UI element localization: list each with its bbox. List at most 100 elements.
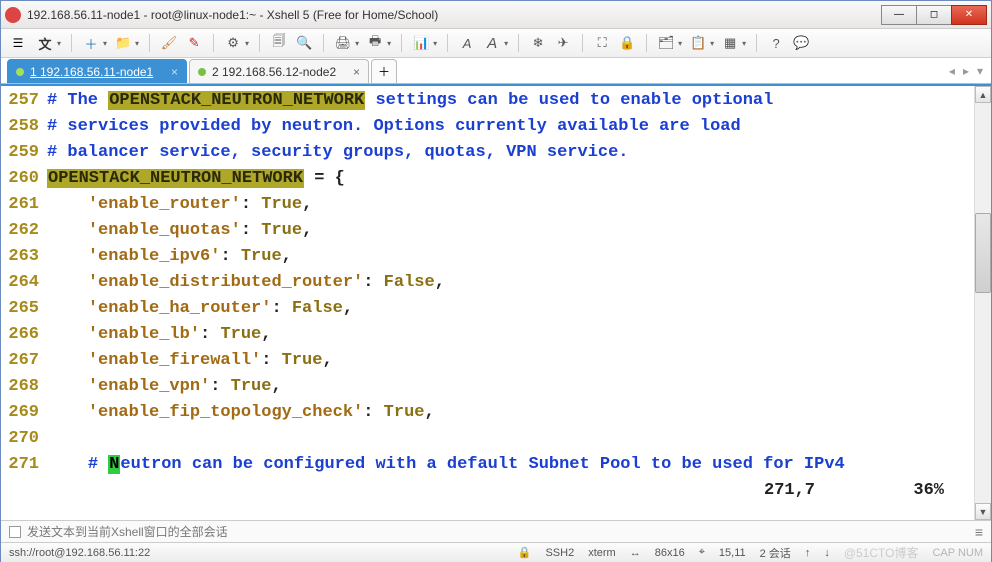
net-up-icon: ↑ <box>805 547 811 559</box>
tab-prev-icon[interactable]: ◂ <box>949 64 955 78</box>
chat-icon[interactable]: 💬 <box>792 33 810 53</box>
line-number: 271 <box>1 452 47 478</box>
code-line: 262 'enable_quotas': True, <box>1 218 974 244</box>
code-text: 'enable_ha_router': False, <box>47 296 974 322</box>
toolbar-text-icon[interactable]: 文 <box>36 33 54 53</box>
connection-string: ssh://root@192.168.56.11:22 <box>9 547 150 559</box>
code-line: 269 'enable_fip_topology_check': True, <box>1 400 974 426</box>
printer-icon[interactable]: 🖶 <box>366 33 384 53</box>
tabbar: 1 192.168.56.11-node1 × 2 192.168.56.12-… <box>1 58 991 84</box>
line-number: 260 <box>1 166 47 192</box>
toolbar: ☰ 文▾ ＋▾ 📁▾ 🖌 ✎ ⚙▾ 🗐 🔍 🖨▾ 🖶▾ 📊▾ A A▾ ❄ ✈ … <box>1 29 991 58</box>
menu-icon[interactable]: ☰ <box>7 32 29 54</box>
open-icon[interactable]: 📁 <box>114 33 132 53</box>
layout2-icon[interactable]: ▦ <box>721 33 739 53</box>
code-text: 'enable_distributed_router': False, <box>47 270 974 296</box>
line-number: 261 <box>1 192 47 218</box>
lock-icon[interactable]: 🔒 <box>618 33 636 53</box>
code-line: 267 'enable_firewall': True, <box>1 348 974 374</box>
panel-toggle-icon[interactable]: ≡ <box>975 524 983 540</box>
app-icon <box>5 7 21 23</box>
find-icon[interactable]: 🔍 <box>295 33 313 53</box>
code-text: # Neutron can be configured with a defau… <box>47 452 974 478</box>
status-dot-icon <box>16 68 24 76</box>
tab-add-button[interactable]: ＋ <box>371 59 397 83</box>
vertical-scrollbar[interactable]: ▲ ▼ <box>974 86 991 520</box>
status-dot-icon <box>198 68 206 76</box>
code-line: 265 'enable_ha_router': False, <box>1 296 974 322</box>
code-line: 263 'enable_ipv6': True, <box>1 244 974 270</box>
line-number: 262 <box>1 218 47 244</box>
tab-label: 1 192.168.56.11-node1 <box>30 65 153 79</box>
maximize-button[interactable]: ◻ <box>916 5 952 25</box>
window-title: 192.168.56.11-node1 - root@linux-node1:~… <box>27 8 882 22</box>
tab-node1[interactable]: 1 192.168.56.11-node1 × <box>7 59 187 83</box>
tab-close-icon[interactable]: × <box>171 65 178 79</box>
code-line: 264 'enable_distributed_router': False, <box>1 270 974 296</box>
copy-icon[interactable]: 🗐 <box>270 33 288 53</box>
help-icon[interactable]: ? <box>767 33 785 53</box>
tab-list-icon[interactable]: ▾ <box>977 64 983 78</box>
window-buttons: — ◻ ✕ <box>882 5 987 25</box>
code-text: 'enable_quotas': True, <box>47 218 974 244</box>
new-session-icon[interactable]: ＋ <box>82 33 100 53</box>
tile-icon[interactable]: 🗂 <box>657 33 675 53</box>
size-icon: ↔ <box>630 547 641 559</box>
highlight-icon[interactable]: 🖌 <box>160 33 178 53</box>
tab-node2[interactable]: 2 192.168.56.12-node2 × <box>189 59 369 83</box>
minimize-button[interactable]: — <box>881 5 917 25</box>
code-line: 268 'enable_vpn': True, <box>1 374 974 400</box>
code-text: 'enable_lb': True, <box>47 322 974 348</box>
freeze-icon[interactable]: ❄ <box>529 33 547 53</box>
fullscreen-icon[interactable]: ⛶ <box>593 33 611 53</box>
terminal-editor[interactable]: 257# The OPENSTACK_NEUTRON_NETWORK setti… <box>1 86 974 520</box>
line-number: 258 <box>1 114 47 140</box>
code-line: 271 # Neutron can be configured with a d… <box>1 452 974 478</box>
broadcast-checkbox[interactable] <box>9 526 21 538</box>
font-large-icon[interactable]: A <box>483 33 501 53</box>
broadcast-label: 发送文本到当前Xshell窗口的全部会话 <box>27 523 228 540</box>
code-text: 'enable_vpn': True, <box>47 374 974 400</box>
print-icon[interactable]: 🖨 <box>334 33 352 53</box>
scroll-up-icon[interactable]: ▲ <box>975 86 991 103</box>
send-bar: 发送文本到当前Xshell窗口的全部会话 ≡ <box>1 520 991 542</box>
settings-icon[interactable]: ⚙ <box>224 33 242 53</box>
code-line: 270 <box>1 426 974 452</box>
scroll-thumb[interactable] <box>975 213 991 293</box>
code-text: OPENSTACK_NEUTRON_NETWORK = { <box>47 166 974 192</box>
line-number: 264 <box>1 270 47 296</box>
line-number: 259 <box>1 140 47 166</box>
close-button[interactable]: ✕ <box>951 5 987 25</box>
status-term: xterm <box>588 547 616 559</box>
line-number: 267 <box>1 348 47 374</box>
line-number: 268 <box>1 374 47 400</box>
line-number: 269 <box>1 400 47 426</box>
status-size: 86x16 <box>655 547 685 559</box>
tab-next-icon[interactable]: ▸ <box>963 64 969 78</box>
edit-icon[interactable]: ✎ <box>185 33 203 53</box>
code-line: 266 'enable_lb': True, <box>1 322 974 348</box>
status-caps: CAP NUM <box>932 547 983 559</box>
status-ssh: SSH2 <box>545 547 574 559</box>
line-number: 266 <box>1 322 47 348</box>
code-line: 261 'enable_router': True, <box>1 192 974 218</box>
send-icon[interactable]: ✈ <box>554 33 572 53</box>
code-text: 'enable_firewall': True, <box>47 348 974 374</box>
status-cursor: 15,11 <box>719 547 746 559</box>
scroll-down-icon[interactable]: ▼ <box>975 503 991 520</box>
tab-close-icon[interactable]: × <box>353 65 360 79</box>
cursor-icon: ⌖ <box>699 546 705 559</box>
layout1-icon[interactable]: 📋 <box>689 33 707 53</box>
code-text: 'enable_fip_topology_check': True, <box>47 400 974 426</box>
tab-nav: ◂ ▸ ▾ <box>949 59 983 83</box>
watermark: @51CTO博客 <box>844 544 919 561</box>
chart-icon[interactable]: 📊 <box>412 33 430 53</box>
code-line: 259# balancer service, security groups, … <box>1 140 974 166</box>
lock-small-icon: 🔒 <box>518 546 532 559</box>
code-text: # The OPENSTACK_NEUTRON_NETWORK settings… <box>47 88 974 114</box>
line-number: 270 <box>1 426 47 452</box>
code-line: 257# The OPENSTACK_NEUTRON_NETWORK setti… <box>1 88 974 114</box>
editor-area: 257# The OPENSTACK_NEUTRON_NETWORK setti… <box>1 84 991 520</box>
font-small-icon[interactable]: A <box>458 33 476 53</box>
code-line: 260OPENSTACK_NEUTRON_NETWORK = { <box>1 166 974 192</box>
